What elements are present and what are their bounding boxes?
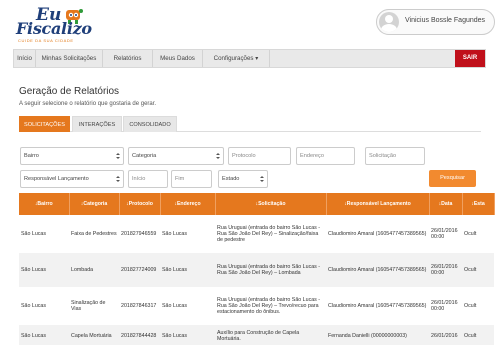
- cell-bairro: São Lucas: [19, 215, 69, 253]
- logout-button[interactable]: SAIR: [455, 50, 485, 67]
- cell-categoria: Lombada: [69, 253, 119, 287]
- logo-text-fiscalizo: Fiscalizo: [16, 19, 92, 38]
- user-name: Vinicius Bossle Fagundes: [405, 17, 486, 24]
- column-header-estado[interactable]: ↓Esta: [462, 193, 495, 215]
- cell-categoria: Faixa de Pedestres: [69, 215, 119, 253]
- column-header-bairro[interactable]: ↓Bairro: [19, 193, 70, 215]
- table-header-row: ↓Bairro ↓Categoria ↓Protocolo ↓Endereço …: [19, 193, 495, 215]
- tab-consolidado[interactable]: CONSOLIDADO: [123, 116, 177, 132]
- cell-endereco: São Lucas: [160, 253, 215, 287]
- header: Eu Fiscalizo CUIDE DA SUA CIDADE Viniciu…: [0, 0, 500, 47]
- inicio-date-input[interactable]: Início: [128, 170, 168, 188]
- nav-item-relatorios[interactable]: Relatórios: [103, 50, 153, 67]
- estado-select[interactable]: Estado: [218, 170, 268, 188]
- select-arrows-icon: [116, 153, 120, 160]
- page-title: Geração de Relatórios: [19, 86, 120, 97]
- cell-bairro: São Lucas: [19, 253, 69, 287]
- select-arrows-icon: [116, 176, 120, 183]
- nav-item-meus-dados[interactable]: Meus Dados: [153, 50, 203, 67]
- column-header-categoria[interactable]: ↓Categoria: [69, 193, 120, 215]
- cell-data: 26/01/2016 00:00: [429, 253, 462, 287]
- cell-solicitacao: Rua Uruguai (entrada do bairro São Lucas…: [215, 253, 326, 287]
- cell-responsavel: Claudiomiro Amaral (1605477457389565): [326, 253, 429, 287]
- cell-protocolo: 201827846317: [119, 287, 160, 325]
- cell-endereco: São Lucas: [160, 287, 215, 325]
- cell-bairro: São Lucas: [19, 287, 69, 325]
- results-table: ↓Bairro ↓Categoria ↓Protocolo ↓Endereço …: [19, 193, 495, 345]
- column-header-protocolo[interactable]: ↓Protocolo: [119, 193, 161, 215]
- endereco-input[interactable]: Endereço: [296, 147, 355, 165]
- select-arrows-icon: [216, 153, 220, 160]
- cell-endereco: São Lucas: [160, 325, 215, 345]
- nav-item-minhas-solicitacoes[interactable]: Minhas Solicitações: [36, 50, 103, 67]
- fim-date-input[interactable]: Fim: [171, 170, 212, 188]
- search-button[interactable]: Pesquisar: [429, 170, 476, 187]
- solicitacao-input[interactable]: Solicitação: [365, 147, 425, 165]
- cell-data: 26/01/2016 00:00: [429, 215, 462, 253]
- cell-responsavel: Claudiomiro Amaral (1605477457389565): [326, 215, 429, 253]
- bairro-select-value: Bairro: [24, 153, 39, 159]
- nav-item-inicio[interactable]: Início: [14, 50, 36, 67]
- eu-fiscalizo-logo[interactable]: Eu Fiscalizo CUIDE DA SUA CIDADE: [14, 3, 92, 45]
- cell-data: 26/01/2016 00:00: [429, 287, 462, 325]
- main-nav: Início Minhas Solicitações Relatórios Me…: [13, 49, 486, 68]
- responsavel-select[interactable]: Responsável Lançamento: [20, 170, 124, 188]
- estado-select-value: Estado: [222, 176, 240, 182]
- cell-estado: Ocult: [462, 287, 494, 325]
- cell-estado: Ocult: [462, 253, 494, 287]
- logo-tagline: CUIDE DA SUA CIDADE: [18, 38, 74, 43]
- table-row: São Lucas Capela Mortuária 201827844428 …: [19, 325, 494, 345]
- cell-solicitacao: Auxílio para Construção de Capela Mortuá…: [215, 325, 326, 345]
- page-subtitle: A seguir selecione o relatório que gosta…: [19, 101, 157, 107]
- cell-protocolo: 201827946559: [119, 215, 160, 253]
- user-menu[interactable]: Vinicius Bossle Fagundes: [376, 9, 495, 35]
- cell-estado: Ocult: [462, 215, 494, 253]
- results-table-wrapper: ↓Bairro ↓Categoria ↓Protocolo ↓Endereço …: [19, 193, 500, 345]
- column-header-responsavel[interactable]: ↓Responsável Lançamento: [326, 193, 430, 215]
- table-row: São Lucas Faixa de Pedestres 20182794655…: [19, 215, 494, 253]
- categoria-select[interactable]: Categoria: [128, 147, 224, 165]
- table-row: São Lucas Sinalização de Vias 2018278463…: [19, 287, 494, 325]
- cell-responsavel: Fernanda Danielli (00000000003): [326, 325, 429, 345]
- cell-data: 26/01/2016: [429, 325, 462, 345]
- column-header-endereco[interactable]: ↓Endereço: [160, 193, 216, 215]
- report-tabs: SOLICITAÇÕES INTERAÇÕES CONSOLIDADO: [19, 116, 481, 132]
- cell-solicitacao: Rua Uruguai (entrada do bairro São Lucas…: [215, 215, 326, 253]
- table-row: São Lucas Lombada 201827724009 São Lucas…: [19, 253, 494, 287]
- cell-protocolo: 201827844428: [119, 325, 160, 345]
- cell-solicitacao: Rua Uruguai (entrada do bairro São Lucas…: [215, 287, 326, 325]
- column-header-data[interactable]: ↓Data: [429, 193, 463, 215]
- tab-interacoes[interactable]: INTERAÇÕES: [72, 116, 122, 132]
- cell-endereco: São Lucas: [160, 215, 215, 253]
- protocolo-input[interactable]: Protocolo: [228, 147, 291, 165]
- cell-protocolo: 201827724009: [119, 253, 160, 287]
- nav-item-configuracoes[interactable]: Configurações ▾: [203, 50, 270, 67]
- select-arrows-icon: [260, 176, 264, 183]
- cell-categoria: Sinalização de Vias: [69, 287, 119, 325]
- bairro-select[interactable]: Bairro: [20, 147, 124, 165]
- column-header-solicitacao[interactable]: ↓Solicitação: [215, 193, 327, 215]
- tab-solicitacoes[interactable]: SOLICITAÇÕES: [19, 116, 70, 132]
- cell-bairro: São Lucas: [19, 325, 69, 345]
- cell-estado: Ocult: [462, 325, 494, 345]
- categoria-select-value: Categoria: [132, 153, 157, 159]
- responsavel-select-value: Responsável Lançamento: [24, 176, 89, 182]
- avatar: [379, 12, 399, 32]
- cell-responsavel: Claudiomiro Amaral (1605477457389565): [326, 287, 429, 325]
- cell-categoria: Capela Mortuária: [69, 325, 119, 345]
